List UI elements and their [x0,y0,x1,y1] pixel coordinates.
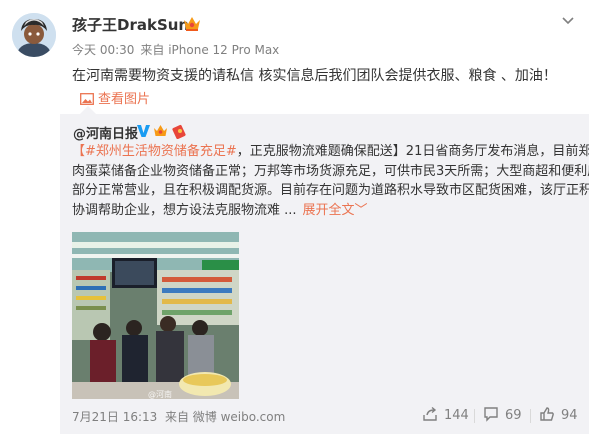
repost-button[interactable]: 144 [422,406,469,423]
comment-icon [484,407,498,422]
repost-author-badges [136,123,190,140]
like-button[interactable]: 94 [539,406,578,423]
repost-icon [423,406,437,421]
chevron-down-icon[interactable] [560,12,576,28]
divider [474,409,475,423]
repost-count: 144 [444,408,469,423]
repost-text-line-1: 【#郑州生活物资储备充足#，正克服物流难题确保配送】21日省商务厅发布消息，目前… [72,144,589,159]
like-icon [540,407,554,421]
verified-v-icon [137,125,150,137]
repost-date: 7月21日 16:13 来自 微博 weibo.com [72,408,285,425]
comment-button[interactable]: 69 [483,406,522,423]
repost-text-line-2: 肉蛋菜储备企业物资储备正常；万邦等市场货源充足，可供市民3天所需；大型商超和便利… [72,163,589,179]
view-picture-link[interactable]: 查看图片 [80,88,150,107]
like-count: 94 [561,408,578,423]
vip-crown-icon[interactable] [182,14,202,32]
post-meta: 今天 00:30 来自 iPhone 12 Pro Max [72,41,285,58]
repost-photo[interactable] [72,232,239,399]
weibo-card: 孩子王DrakSun 今天 00:30 来自 iPhone 12 Pro Max … [0,0,589,434]
avatar[interactable] [12,13,56,57]
repost-text-line-4: 协调帮助企业，想方设法克服物流难 ... 展开全文﹀ [72,203,368,219]
post-text: 在河南需要物资支援的请私信 核实信息后我们团队会提供衣服、粮食 、加油！ [72,68,557,84]
repost-time[interactable]: 7月21日 16:13 [72,410,157,424]
view-picture-label: 查看图片 [98,92,151,107]
crown-icon [154,125,167,136]
post-time[interactable]: 今天 00:30 [72,43,134,57]
expand-full-text-link[interactable]: 展开全文﹀ [303,203,368,218]
repost-text-line-3: 部分正常营业，且在积极调配货源。目前存在问题为道路积水导致市区配货困难，该厅正积… [72,183,589,199]
expand-arrow-icon: ﹀ [354,203,368,219]
divider [530,409,531,423]
post-source: 来自 iPhone 12 Pro Max [140,43,280,57]
repost-caret [80,106,96,114]
comment-count: 69 [505,408,522,423]
repost-text: 【#郑州生活物资储备充足#，正克服物流难题确保配送】21日省商务厅发布消息，目前… [72,142,589,221]
repost-author[interactable]: @河南日报 [73,123,138,142]
topic-link[interactable]: 【#郑州生活物资储备充足# [72,144,237,159]
image-icon [80,93,94,105]
red-envelope-icon [172,124,186,140]
repost-source: 来自 微博 weibo.com [164,410,286,424]
author-name[interactable]: 孩子王DrakSun [72,14,189,35]
photo-watermark: @河南 [148,390,172,399]
